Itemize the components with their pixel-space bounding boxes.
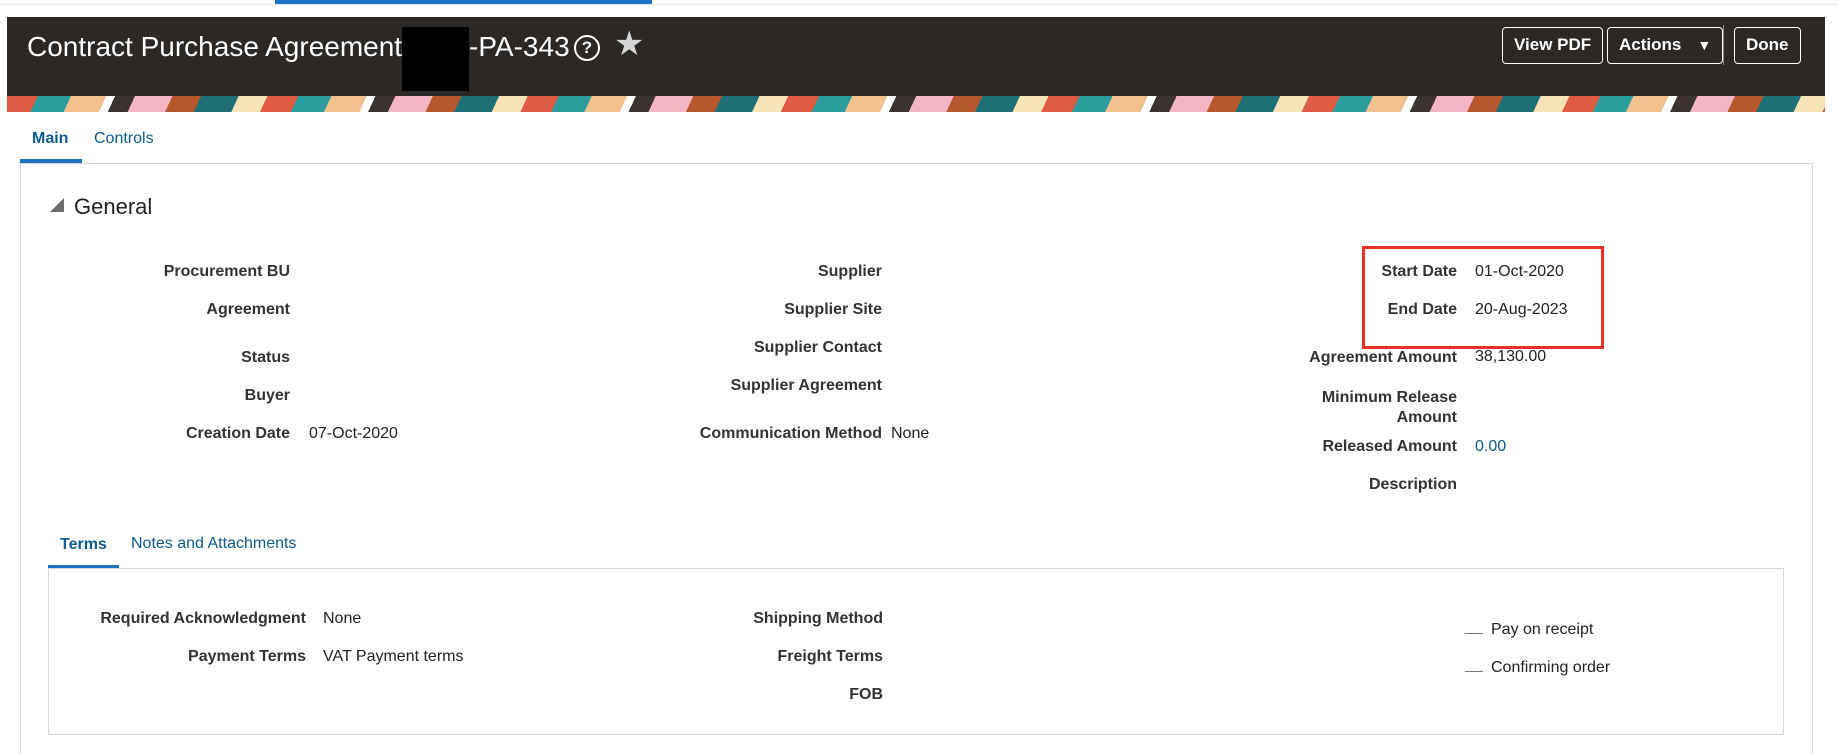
status-label: Status xyxy=(241,349,290,366)
tab-notes-and-attachments[interactable]: Notes and Attachments xyxy=(131,535,296,553)
released-amount-label: Released Amount xyxy=(1322,438,1457,455)
freight-terms-label: Freight Terms xyxy=(777,648,884,665)
pay-on-receipt-label: Pay on receipt xyxy=(1491,621,1594,638)
actions-button[interactable]: Actions ▼ xyxy=(1607,27,1724,64)
shipping-method-label: Shipping Method xyxy=(753,610,883,627)
payment-terms-label: Payment Terms xyxy=(188,648,306,665)
unchecked-dash-icon xyxy=(1465,671,1483,673)
date-highlight-box xyxy=(1362,246,1604,349)
required-acknowledgment-label: Required Acknowledgment xyxy=(100,610,306,627)
buyer-label: Buyer xyxy=(244,387,290,404)
creation-date-label: Creation Date xyxy=(185,425,290,442)
unchecked-dash-icon xyxy=(1465,633,1483,635)
creation-date-value: 07-Oct-2020 xyxy=(309,425,398,442)
page-header: Contract Purchase Agreement: -PA-343 ? ★… xyxy=(7,17,1825,96)
agreement-label: Agreement xyxy=(206,301,290,318)
supplier-label: Supplier xyxy=(817,263,882,280)
fob-label: FOB xyxy=(849,686,883,703)
done-label: Done xyxy=(1746,35,1789,54)
payment-terms-value: VAT Payment terms xyxy=(323,648,464,665)
help-icon[interactable]: ? xyxy=(574,35,600,61)
confirming-order-label: Confirming order xyxy=(1491,659,1611,676)
header-divider xyxy=(1723,25,1724,65)
communication-method-label: Communication Method xyxy=(699,425,882,442)
collapse-triangle-icon[interactable] xyxy=(50,198,64,212)
agreement-number: -PA-343 xyxy=(469,31,570,62)
tab-controls[interactable]: Controls xyxy=(94,130,154,148)
tab-terms[interactable]: Terms xyxy=(60,536,107,554)
done-button[interactable]: Done xyxy=(1734,27,1801,64)
minimum-release-amount-label-line1: Minimum Release xyxy=(1321,389,1457,406)
page-title: Contract Purchase Agreement: xyxy=(27,31,410,62)
pay-on-receipt-checkbox: Pay on receipt xyxy=(1465,621,1593,639)
agreement-amount-label: Agreement Amount xyxy=(1309,349,1457,366)
favorite-star-icon[interactable]: ★ xyxy=(614,27,644,61)
required-acknowledgment-value: None xyxy=(323,610,362,627)
supplier-site-label: Supplier Site xyxy=(784,301,882,318)
agreement-amount-value: 38,130.00 xyxy=(1475,348,1547,365)
top-progress-bar xyxy=(0,0,1838,5)
actions-label: Actions xyxy=(1619,35,1682,54)
section-title-general[interactable]: General xyxy=(74,194,152,220)
view-pdf-label: View PDF xyxy=(1514,35,1592,54)
description-label: Description xyxy=(1368,476,1457,493)
communication-method-value: None xyxy=(891,425,930,442)
procurement-bu-label: Procurement BU xyxy=(163,263,290,280)
released-amount-link[interactable]: 0.00 xyxy=(1475,438,1506,456)
view-pdf-button[interactable]: View PDF xyxy=(1502,27,1604,64)
supplier-agreement-label: Supplier Agreement xyxy=(730,377,882,394)
confirming-order-checkbox: Confirming order xyxy=(1465,659,1610,677)
terms-panel xyxy=(48,568,1784,735)
redaction-block xyxy=(402,27,469,91)
chevron-down-icon: ▼ xyxy=(1697,37,1712,53)
decorative-banner xyxy=(7,96,1825,112)
supplier-contact-label: Supplier Contact xyxy=(753,339,882,356)
tab-main[interactable]: Main xyxy=(32,130,68,148)
progress-fill xyxy=(275,0,652,4)
minimum-release-amount-label-line2: Amount xyxy=(1396,409,1457,426)
